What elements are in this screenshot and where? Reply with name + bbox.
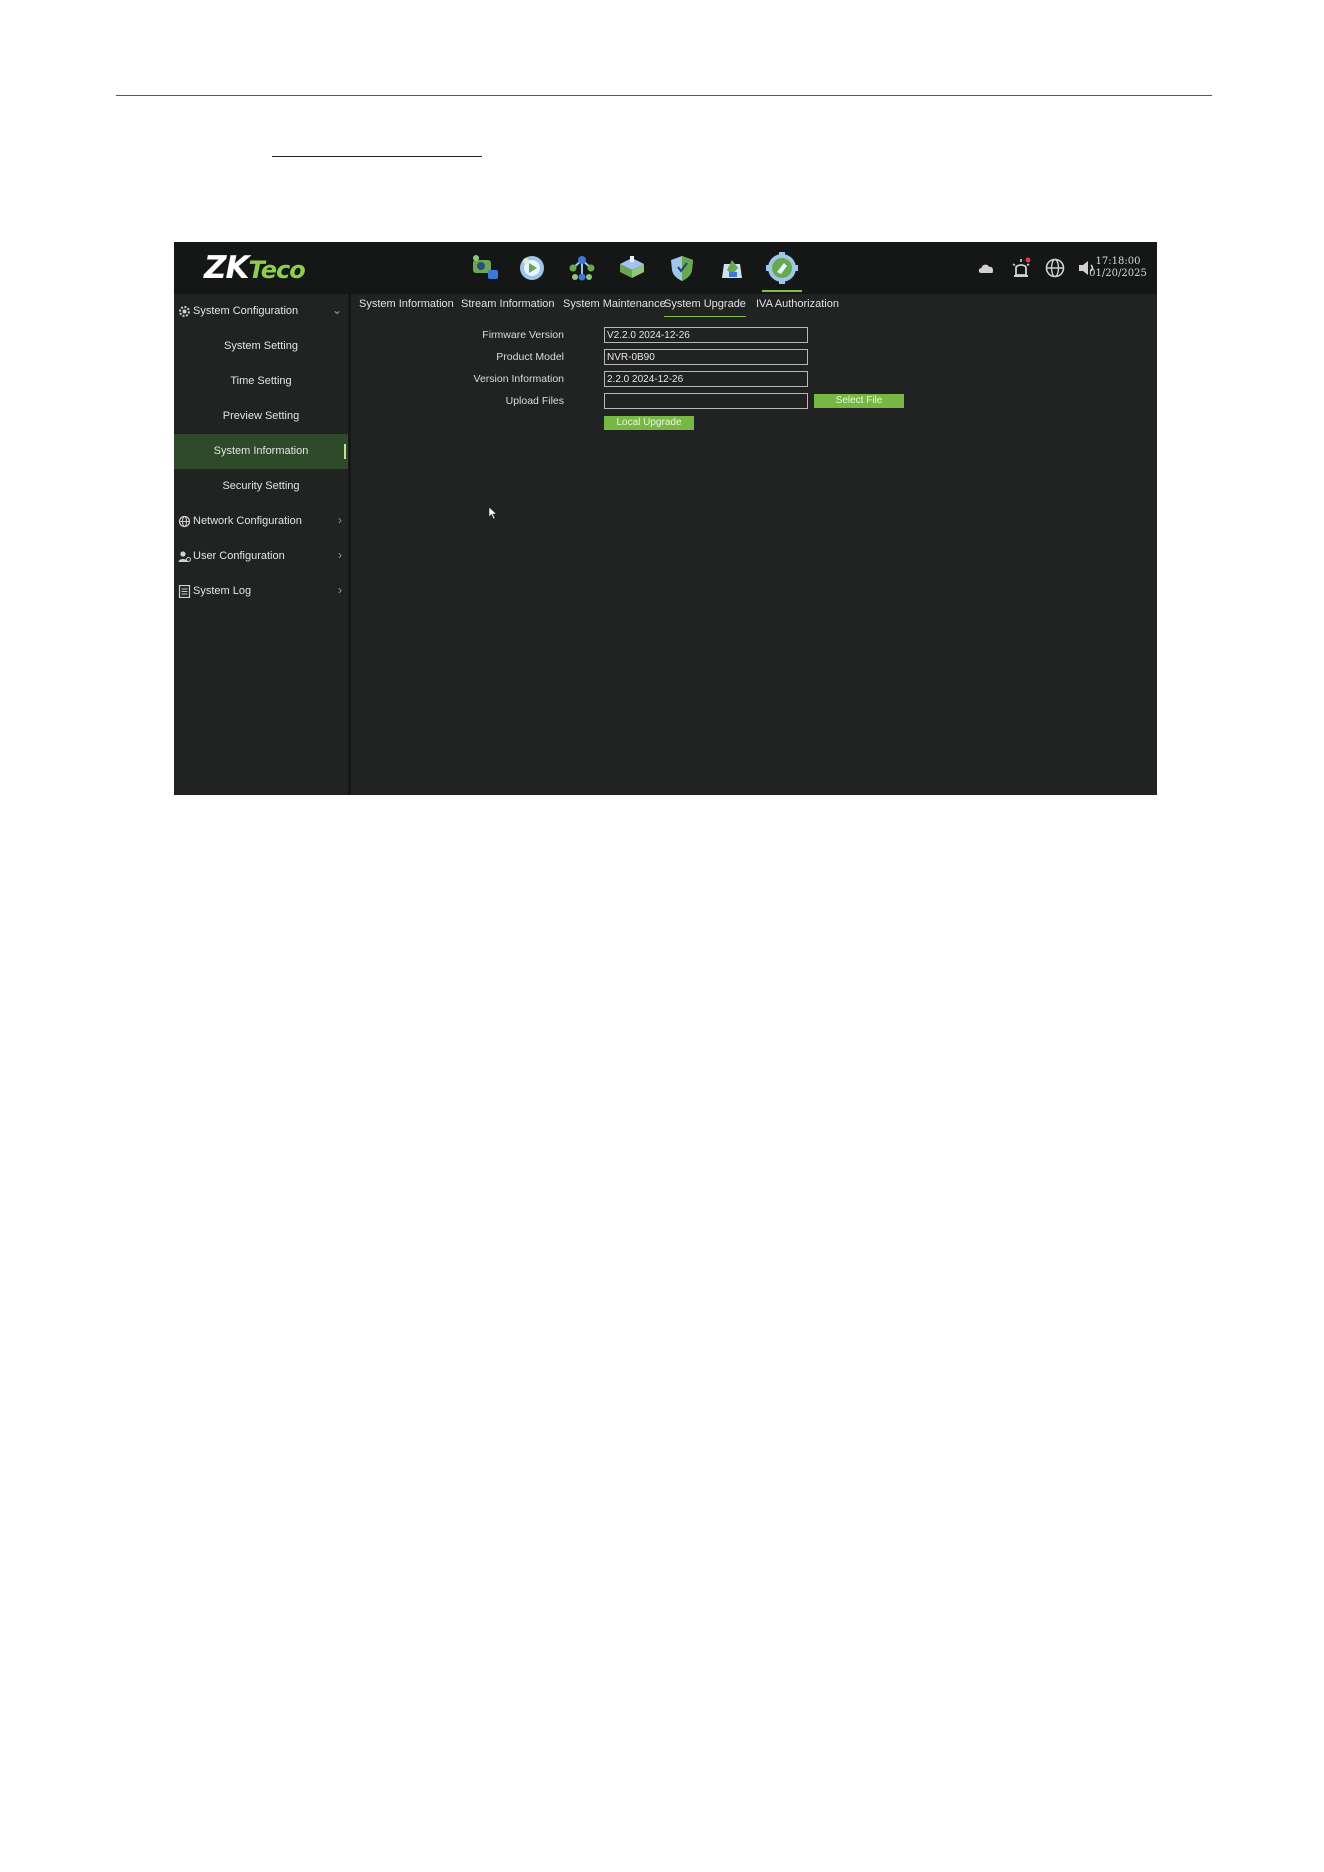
version-information-label: Version Information xyxy=(473,373,564,385)
firmware-version-field[interactable] xyxy=(604,327,808,343)
chevron-down-icon: ⌄ xyxy=(331,303,342,317)
chevron-right-icon: › xyxy=(338,548,342,562)
firmware-version-label: Firmware Version xyxy=(482,329,564,341)
network-topology-icon[interactable] xyxy=(562,248,602,288)
firmware-version-row: Firmware Version xyxy=(351,326,1157,344)
alarm-icon[interactable] xyxy=(1009,256,1033,280)
nvr-screenshot: ZKTeco 17:18:00 01/20/2025 System Config… xyxy=(174,242,1157,795)
top-bar: ZKTeco 17:18:00 01/20/2025 xyxy=(174,242,1157,294)
product-model-row: Product Model xyxy=(351,348,1157,366)
sidebar-group-network-configuration[interactable]: Network Configuration › xyxy=(174,504,348,539)
product-model-field[interactable] xyxy=(604,349,808,365)
sidebar-item-preview-setting[interactable]: Preview Setting xyxy=(174,399,348,434)
sidebar-group-label: System Configuration xyxy=(193,305,299,317)
sidebar-group-system-configuration[interactable]: System Configuration ⌄ xyxy=(174,294,348,329)
tab-stream-information[interactable]: Stream Information xyxy=(461,298,555,316)
status-area: 17:18:00 01/20/2025 xyxy=(957,242,1157,294)
sidebar-item-system-setting[interactable]: System Setting xyxy=(174,329,348,364)
tab-iva-authorization[interactable]: IVA Authorization xyxy=(756,298,839,316)
clock: 17:18:00 01/20/2025 xyxy=(1089,256,1147,280)
select-file-button[interactable]: Select File xyxy=(814,394,904,408)
sidebar-group-system-log[interactable]: System Log › xyxy=(174,574,348,609)
main-content: System Information Stream Information Sy… xyxy=(351,294,1157,795)
sidebar-group-label: User Configuration xyxy=(193,550,285,562)
tab-system-upgrade[interactable]: System Upgrade xyxy=(664,298,746,317)
network-globe-icon xyxy=(178,515,191,528)
zkteco-logo: ZKTeco xyxy=(204,250,306,286)
clock-time: 17:18:00 xyxy=(1095,256,1141,267)
tab-system-information[interactable]: System Information xyxy=(359,298,454,316)
chevron-right-icon: › xyxy=(338,583,342,597)
clock-date: 01/20/2025 xyxy=(1089,268,1147,279)
upload-files-field[interactable] xyxy=(604,393,808,409)
local-upgrade-button[interactable]: Local Upgrade xyxy=(604,416,694,430)
mouse-cursor-icon xyxy=(488,506,498,520)
gear-icon xyxy=(179,306,190,317)
document-top-rule xyxy=(116,95,1212,96)
playback-icon[interactable] xyxy=(512,248,552,288)
cloud-icon[interactable] xyxy=(975,256,999,280)
upload-files-label: Upload Files xyxy=(505,395,564,407)
storage-icon[interactable] xyxy=(612,248,652,288)
camera-icon[interactable] xyxy=(464,248,504,288)
tab-system-maintenance[interactable]: System Maintenance xyxy=(563,298,666,316)
upload-files-row: Upload Files Select File xyxy=(351,392,1157,410)
globe-icon[interactable] xyxy=(1043,256,1067,280)
chevron-right-icon: › xyxy=(338,513,342,527)
sidebar: System Configuration ⌄ System Setting Ti… xyxy=(174,294,348,795)
sidebar-group-label: System Log xyxy=(193,585,252,597)
user-icon xyxy=(178,551,191,562)
settings-icon[interactable] xyxy=(762,248,802,292)
smart-icon[interactable] xyxy=(712,248,752,288)
sidebar-item-security-setting[interactable]: Security Setting xyxy=(174,469,348,504)
sidebar-item-system-information[interactable]: System Information xyxy=(174,434,348,469)
shield-icon[interactable] xyxy=(662,248,702,288)
version-information-row: Version Information xyxy=(351,370,1157,388)
sidebar-group-label: Network Configuration xyxy=(193,515,302,527)
document-underline xyxy=(272,156,482,157)
log-icon xyxy=(178,585,191,598)
product-model-label: Product Model xyxy=(496,351,564,363)
sidebar-item-time-setting[interactable]: Time Setting xyxy=(174,364,348,399)
version-information-field[interactable] xyxy=(604,371,808,387)
sidebar-group-user-configuration[interactable]: User Configuration › xyxy=(174,539,348,574)
